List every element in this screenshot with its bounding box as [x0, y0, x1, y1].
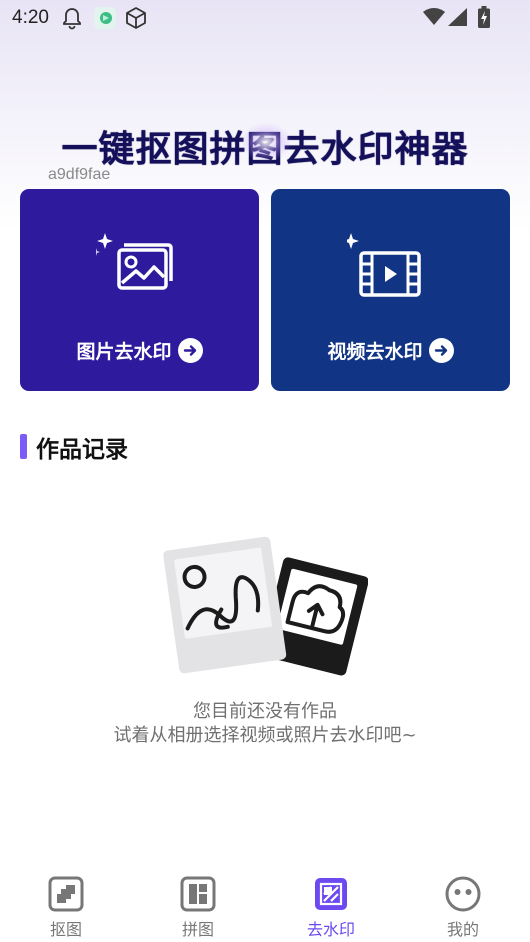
arrow-right-icon — [177, 338, 203, 363]
video-sparkle-icon — [338, 229, 437, 301]
empty-state-hint: 试着从相册选择视频或照片去水印吧~ — [113, 725, 417, 746]
video-watermark-label: 视频去水印 — [327, 341, 423, 363]
battery-charging-icon — [478, 6, 490, 32]
nav-item-collage[interactable]: 拼图 — [158, 876, 238, 940]
nav-label-cutout: 抠图 — [49, 920, 82, 939]
image-watermark-label-row: 图片去水印 — [20, 337, 259, 364]
page-title: 一键抠图拼图去水印神器 — [61, 129, 469, 170]
profile-icon — [445, 876, 481, 912]
image-sparkle-icon — [92, 229, 186, 301]
image-watermark-label: 图片去水印 — [76, 341, 172, 363]
nav-label-profile: 我的 — [446, 920, 479, 939]
nav-label-remove-watermark: 去水印 — [306, 920, 355, 939]
cutout-icon — [48, 876, 84, 912]
section-accent-bar — [20, 434, 27, 459]
bottom-nav: 抠图 拼图 去水印 我的 — [0, 868, 530, 942]
app-notification-icon — [94, 7, 116, 29]
empty-photos-illustration — [163, 535, 369, 683]
image-watermark-card[interactable]: 图片去水印 — [20, 189, 259, 391]
status-time: 4:20 — [12, 7, 49, 28]
arrow-right-icon — [428, 338, 454, 363]
empty-state-title: 您目前还没有作品 — [193, 701, 337, 722]
nav-label-collage: 拼图 — [181, 920, 214, 939]
cube-icon — [124, 6, 148, 34]
bell-icon — [62, 6, 82, 34]
nav-item-profile[interactable]: 我的 — [423, 876, 503, 940]
remove-watermark-icon — [315, 878, 347, 910]
video-watermark-label-row: 视频去水印 — [271, 337, 510, 364]
watermark-code: a9df9fae — [48, 166, 111, 183]
video-watermark-card[interactable]: 视频去水印 — [271, 189, 510, 391]
nav-item-remove-watermark[interactable]: 去水印 — [291, 876, 371, 940]
nav-item-cutout[interactable]: 抠图 — [26, 876, 106, 940]
section-title: 作品记录 — [36, 437, 128, 463]
collage-icon — [180, 876, 216, 912]
signal-icon — [448, 8, 468, 30]
wifi-icon — [423, 8, 445, 30]
status-bar: 4:20 — [0, 0, 530, 36]
